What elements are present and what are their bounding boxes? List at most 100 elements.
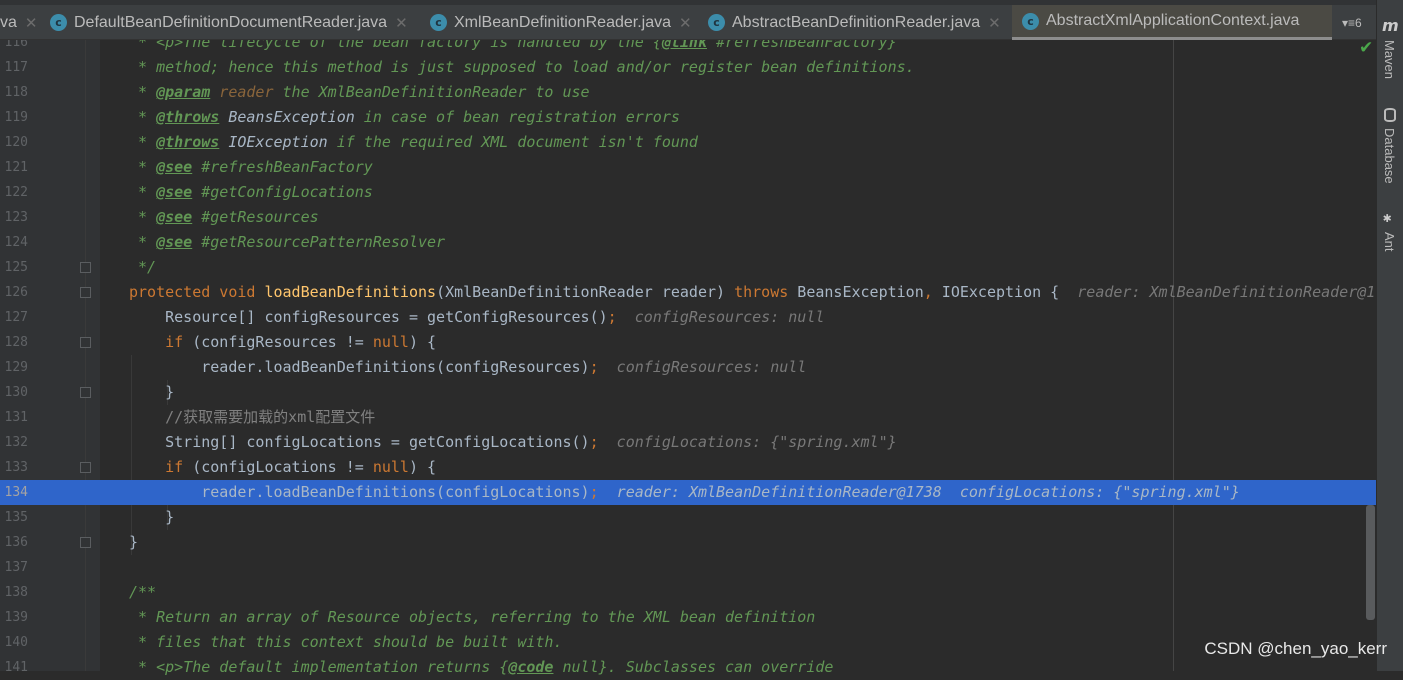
code-line[interactable]: 117 * method; hence this method is just … [0,55,1376,80]
code-line[interactable]: 137 [0,555,1376,580]
inspection-ok-icon: ✔ [1359,38,1374,58]
class-icon: c [50,14,67,31]
code-line[interactable]: 133 if (configLocations != null) { [0,455,1376,480]
code-line[interactable]: 139 * Return an array of Resource object… [0,605,1376,630]
code-line[interactable]: 140 * files that this context should be … [0,630,1376,655]
code-token: @see [156,183,193,201]
tab-default-bean-definition-document-reader[interactable]: c DefaultBeanDefinitionDocumentReader.jav… [50,5,408,40]
line-number[interactable]: 135 [0,505,28,530]
code-token: #refreshBeanFactory [192,158,373,176]
code-line[interactable]: 122 * @see #getConfigLocations [0,180,1376,205]
code-line[interactable]: 132 String[] configLocations = getConfig… [0,430,1376,455]
line-number[interactable]: 124 [0,230,28,255]
line-number[interactable]: 131 [0,405,28,430]
line-number[interactable]: 136 [0,530,28,555]
code-line[interactable]: 131 //获取需要加载的xml配置文件 [0,405,1376,430]
fold-marker-icon[interactable] [80,462,91,473]
line-number[interactable]: 132 [0,430,28,455]
line-number[interactable]: 134 [0,480,28,505]
code-line[interactable]: 135 } [0,505,1376,530]
code-token: (XmlBeanDefinitionReader reader) [436,283,735,301]
tab-xml-bean-definition-reader[interactable]: c XmlBeanDefinitionReader.java ✕ [430,5,692,40]
code-line[interactable]: 119 * @throws BeansException in case of … [0,105,1376,130]
code-text: } [129,380,174,405]
editor-scrollbar[interactable] [1366,505,1375,620]
code-line[interactable]: 127 Resource[] configResources = getConf… [0,305,1376,330]
code-line[interactable]: 129 reader.loadBeanDefinitions(configRes… [0,355,1376,380]
code-token: String[] configLocations = getConfigLoca… [129,433,590,451]
code-line[interactable]: 124 * @see #getResourcePatternResolver [0,230,1376,255]
code-token: @param [156,83,211,101]
fold-marker-icon[interactable] [80,287,91,298]
class-icon: c [430,14,447,31]
tab-abstract-xml-application-context[interactable]: c AbstractXmlApplicationContext.java [1012,5,1332,40]
line-number[interactable]: 138 [0,580,28,605]
code-line[interactable]: 130 } [0,380,1376,405]
tab-label: DefaultBeanDefinitionDocumentReader.java [74,13,388,31]
code-text: } [129,505,174,530]
code-line[interactable]: 141 * <p>The default implementation retu… [0,655,1376,680]
ant-icon: ✱ [1383,210,1392,226]
line-number[interactable]: 140 [0,630,28,655]
tab-overflow-count: 6 [1355,15,1362,30]
line-number[interactable]: 123 [0,205,28,230]
line-number[interactable]: 139 [0,605,28,630]
line-number[interactable]: 117 [0,55,28,80]
code-text: * @see #getConfigLocations [129,180,373,205]
tab-abstract-bean-definition-reader[interactable]: c AbstractBeanDefinitionReader.java ✕ [708,5,1001,40]
code-token: ) { [408,458,437,476]
line-number[interactable]: 125 [0,255,28,280]
line-number[interactable]: 141 [0,655,28,680]
line-number[interactable]: 119 [0,105,28,130]
code-line[interactable]: 126 protected void loadBeanDefinitions(Xm… [0,280,1403,305]
code-token: if [165,333,193,351]
database-tool-button[interactable]: Database [1382,128,1397,184]
tab-overflow-button[interactable]: ▾≡ 6 [1342,5,1362,40]
code-token: reader.loadBeanDefinitions(configResourc… [129,358,590,376]
line-number[interactable]: 121 [0,155,28,180]
code-token: @see [156,158,193,176]
code-token: IOException { [941,283,1060,301]
line-number[interactable]: 137 [0,555,28,580]
code-line[interactable]: 121 * @see #refreshBeanFactory [0,155,1376,180]
close-icon[interactable]: ✕ [988,14,1001,32]
line-number[interactable]: 122 [0,180,28,205]
line-number[interactable]: 128 [0,330,28,355]
close-icon[interactable]: ✕ [395,14,408,32]
fold-marker-icon[interactable] [80,262,91,273]
code-text: reader.loadBeanDefinitions(configLocatio… [129,480,1240,505]
code-token: (configResources != [192,333,373,351]
fold-marker-icon[interactable] [80,537,91,548]
inline-debug-value: reader: XmlBeanDefinitionReader@1738 [1059,283,1403,301]
code-line[interactable]: 118 * @param reader the XmlBeanDefinitio… [0,80,1376,105]
maven-tool-button[interactable]: Maven [1382,40,1397,79]
ant-tool-button[interactable]: Ant [1382,232,1397,252]
code-line[interactable]: 136} [0,530,1376,555]
code-token: (configLocations != [192,458,373,476]
code-line[interactable]: 128 if (configResources != null) { [0,330,1376,355]
code-text: * @see #getResources [129,205,319,230]
code-text: //获取需要加载的xml配置文件 [129,405,375,430]
line-number[interactable]: 130 [0,380,28,405]
line-number[interactable]: 120 [0,130,28,155]
close-icon[interactable]: ✕ [25,14,38,32]
code-text: * Return an array of Resource objects, r… [129,605,815,630]
code-line[interactable]: 120 * @throws IOException if the require… [0,130,1376,155]
line-number[interactable]: 126 [0,280,28,305]
close-icon[interactable]: ✕ [679,14,692,32]
code-text: } [129,530,138,555]
line-number[interactable]: 133 [0,455,28,480]
code-line-current[interactable]: 134 reader.loadBeanDefinitions(configLoc… [0,480,1376,505]
line-number[interactable]: 129 [0,355,28,380]
fold-marker-icon[interactable] [80,337,91,348]
code-token: * [129,158,157,176]
tab-partial[interactable]: va ✕ [0,5,37,40]
line-number[interactable]: 127 [0,305,28,330]
fold-marker-icon[interactable] [80,387,91,398]
line-number[interactable]: 118 [0,80,28,105]
code-token: in case of bean registration errors [354,108,680,126]
code-line[interactable]: 138 /** [0,580,1376,605]
code-line[interactable]: 123 * @see #getResources [0,205,1376,230]
code-line[interactable]: 125 */ [0,255,1376,280]
